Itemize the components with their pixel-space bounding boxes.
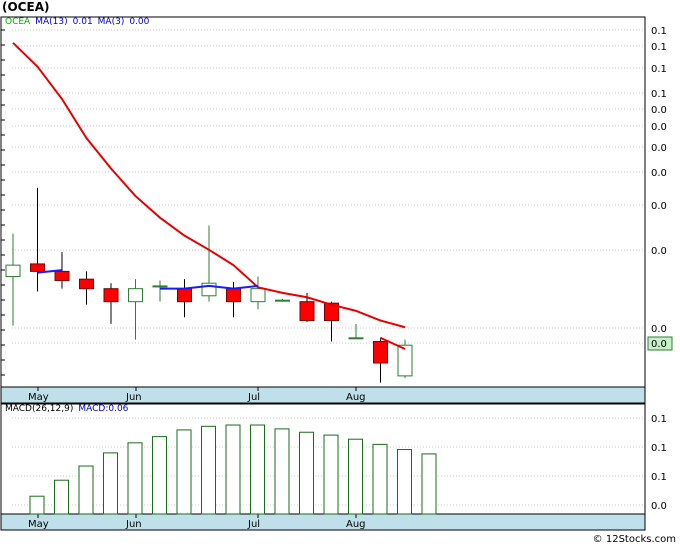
up-candle — [152, 285, 168, 288]
macd-bar — [29, 495, 45, 515]
price-y-tick-label: 0.0 — [651, 168, 667, 179]
up-candle — [5, 264, 21, 278]
macd-bar — [225, 424, 241, 515]
macd-bar — [348, 438, 363, 515]
up-candle — [348, 337, 364, 340]
price-x-label: Aug — [346, 392, 366, 403]
macd-bar — [201, 425, 216, 515]
down-candle — [299, 301, 315, 322]
macd-bar — [299, 431, 314, 515]
macd-x-label: May — [28, 519, 49, 530]
price-axis-strip — [0, 386, 646, 404]
macd-axis-strip — [0, 513, 646, 531]
credit-text: © 12Stocks.com — [592, 534, 676, 545]
macd-x-label: Aug — [346, 519, 366, 530]
price-panel-frame — [0, 16, 646, 388]
macd-x-label: Jun — [125, 519, 142, 530]
price-x-label: Jul — [247, 392, 260, 403]
price-y-tick-label: 0.0 — [651, 324, 667, 335]
up-candle — [128, 288, 143, 303]
price-x-label: Jun — [125, 392, 142, 403]
down-candle — [373, 340, 388, 364]
down-candle — [54, 270, 70, 282]
price-legend-item: 0.01 — [73, 17, 93, 27]
macd-bar — [421, 453, 437, 515]
macd-bar — [372, 443, 388, 515]
macd-x-label: Jul — [247, 519, 260, 530]
price-y-tick-label: 0.1 — [651, 89, 667, 100]
macd-bar — [250, 424, 265, 515]
down-candle — [226, 288, 241, 303]
price-legend-item: MA(13) — [35, 17, 67, 27]
price-y-tick-label: 0.1 — [651, 64, 667, 75]
macd-legend-item: MACD:0.06 — [78, 404, 128, 414]
macd-panel-frame — [0, 403, 646, 515]
last-price-label: 0.0 — [651, 339, 667, 350]
price-x-label: May — [28, 392, 49, 403]
macd-legend-item: MACD(26,12,9) — [5, 404, 73, 414]
macd-bar — [152, 436, 167, 515]
down-candle — [79, 278, 94, 290]
price-y-tick-label: 0.0 — [651, 143, 667, 154]
macd-bar — [78, 465, 94, 515]
up-candle — [397, 344, 413, 377]
up-candle — [250, 288, 266, 303]
macd-y-tick-label: 0.0 — [651, 501, 667, 512]
macd-bar — [176, 429, 192, 515]
down-candle — [103, 288, 119, 303]
macd-y-tick-label: 0.1 — [651, 414, 667, 425]
price-y-tick-label: 0.0 — [651, 122, 667, 133]
macd-bar — [103, 452, 118, 515]
macd-y-tick-label: 0.1 — [651, 472, 667, 483]
macd-y-tick-label: 0.1 — [651, 443, 667, 454]
price-legend-item: 0.00 — [129, 17, 149, 27]
stock-chart: 0.1 0.1 0.1 0.1 0.0 0.0 0.0 0.0 0.0 0.0 0.0 0.0 May J… — [0, 16, 673, 531]
macd-bar — [323, 434, 339, 515]
up-candle — [275, 299, 290, 302]
price-legend: OCEA MA(13) 0.01 MA(3) 0.00 — [5, 17, 150, 27]
macd-legend: MACD(26,12,9) MACD:0.06 — [5, 404, 129, 414]
macd-bar — [274, 428, 290, 515]
price-legend-item: MA(3) — [98, 17, 125, 27]
price-y-tick-label: 0.0 — [651, 201, 667, 212]
price-y-tick-label: 0.0 — [651, 105, 667, 116]
macd-bar — [54, 479, 69, 515]
macd-bar — [127, 442, 143, 515]
price-y-tick-label: 0.1 — [651, 42, 667, 53]
down-candle — [30, 263, 45, 272]
price-legend-item: OCEA — [5, 17, 31, 27]
down-candle — [177, 288, 192, 303]
price-y-tick-label: 0.1 — [651, 26, 667, 37]
price-y-tick-label: 0.0 — [651, 246, 667, 257]
macd-bar — [397, 449, 412, 515]
